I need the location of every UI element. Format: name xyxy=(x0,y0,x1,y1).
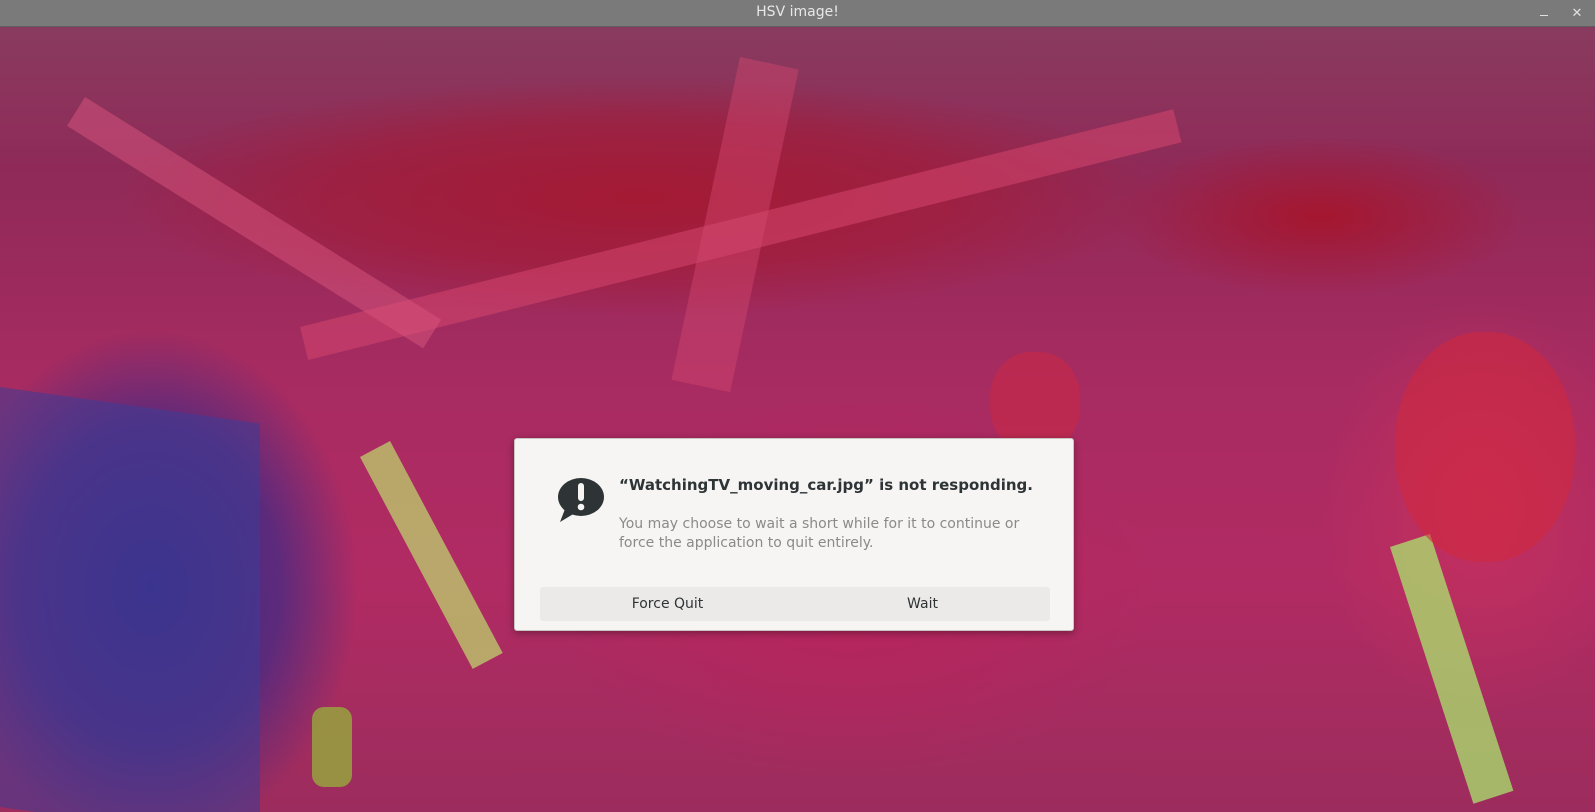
force-quit-button[interactable]: Force Quit xyxy=(540,587,795,621)
image-region-seatbelt-left xyxy=(360,441,503,669)
hsv-image-canvas xyxy=(0,27,1595,812)
close-button[interactable]: ✕ xyxy=(1567,3,1587,23)
image-region-screen xyxy=(0,387,260,812)
window-title: HSV image! xyxy=(756,4,839,20)
not-responding-dialog: “WatchingTV_moving_car.jpg” is not respo… xyxy=(514,438,1074,631)
dialog-heading: “WatchingTV_moving_car.jpg” is not respo… xyxy=(619,476,1033,494)
image-region-seatbelt-right xyxy=(1390,534,1514,804)
image-region-roof-edge xyxy=(66,97,442,349)
dialog-button-row: Force Quit Wait xyxy=(540,587,1050,621)
exclamation-speech-bubble-icon xyxy=(557,477,605,523)
window-titlebar[interactable]: HSV image! ✕ xyxy=(0,0,1595,27)
minimize-button[interactable] xyxy=(1534,3,1554,23)
dialog-body-text: You may choose to wait a short while for… xyxy=(619,516,1020,551)
wait-button[interactable]: Wait xyxy=(795,587,1050,621)
image-region-can xyxy=(312,707,352,787)
image-region-person-front xyxy=(1395,332,1575,562)
image-region-person-back xyxy=(990,352,1080,452)
minimize-icon xyxy=(1540,14,1548,16)
close-icon: ✕ xyxy=(1571,5,1583,21)
